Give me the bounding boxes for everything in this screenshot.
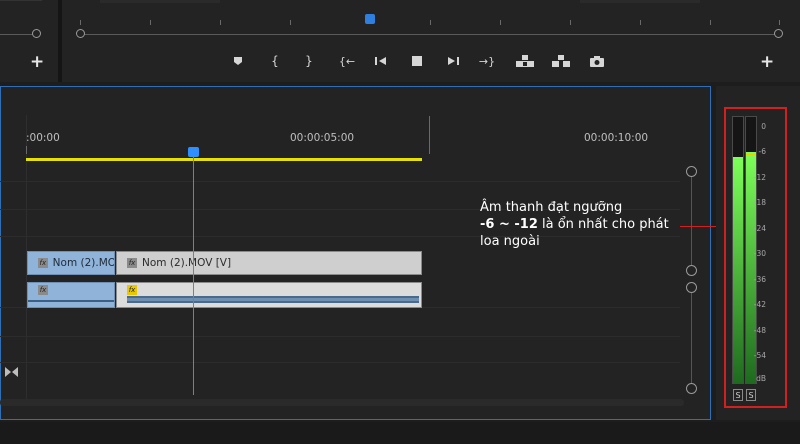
annotation-note: Âm thanh đạt ngưỡng -6 ~ -12 là ổn nhất … bbox=[480, 199, 700, 250]
transport-controls: { } {← →} bbox=[228, 52, 608, 70]
add-marker-icon[interactable] bbox=[228, 52, 248, 70]
note-line-1: Âm thanh đạt ngưỡng bbox=[480, 200, 623, 215]
add-button[interactable]: + bbox=[30, 54, 44, 71]
track-separator bbox=[0, 336, 680, 337]
program-ruler[interactable] bbox=[80, 17, 780, 27]
zoom-to-fit-icon[interactable] bbox=[5, 362, 18, 381]
divider bbox=[580, 0, 700, 3]
clip-label: Nom (2).MOV [V] bbox=[142, 257, 232, 269]
stop-icon[interactable] bbox=[406, 52, 428, 70]
fx-badge: fx bbox=[127, 258, 137, 268]
go-to-out-icon[interactable]: →} bbox=[476, 52, 498, 70]
program-playhead[interactable] bbox=[365, 14, 375, 24]
audio-clip[interactable]: fx bbox=[116, 282, 422, 308]
timeline-horizontal-scrollbar[interactable] bbox=[0, 399, 684, 406]
program-scrollbar[interactable] bbox=[84, 34, 776, 35]
note-range: -6 ~ -12 bbox=[480, 217, 538, 232]
lift-icon[interactable] bbox=[514, 52, 536, 70]
scroll-handle-left[interactable] bbox=[76, 29, 85, 38]
add-button[interactable]: + bbox=[760, 54, 774, 71]
waveform bbox=[127, 296, 419, 303]
timecode-label: 00:00:05:00 bbox=[290, 132, 355, 144]
source-panel-strip bbox=[0, 0, 58, 82]
step-back-icon[interactable] bbox=[370, 52, 392, 70]
meter-highlight-box bbox=[724, 107, 787, 408]
export-frame-icon[interactable] bbox=[586, 52, 608, 70]
video-clip[interactable]: fx Nom (2).MOV [V] bbox=[116, 251, 422, 275]
scroll-handle[interactable] bbox=[686, 282, 697, 293]
extract-icon[interactable] bbox=[550, 52, 572, 70]
go-to-in-icon[interactable]: {← bbox=[336, 52, 358, 70]
waveform bbox=[28, 300, 114, 302]
work-area-bar[interactable] bbox=[26, 158, 422, 161]
timecode-label: 00:00:10:00 bbox=[584, 132, 649, 144]
audio-track-scrollbar[interactable] bbox=[691, 290, 692, 385]
zoom-scrollbar[interactable] bbox=[0, 34, 36, 35]
timecode-label: :00:00 bbox=[26, 132, 60, 144]
track-separator bbox=[0, 181, 680, 182]
fx-badge: fx bbox=[38, 258, 48, 268]
note-line-2: là ổn nhất cho phát bbox=[537, 217, 669, 232]
scroll-handle[interactable] bbox=[686, 166, 697, 177]
clip-label: Nom (2).MO bbox=[52, 257, 114, 269]
zoom-handle[interactable] bbox=[32, 29, 41, 38]
playhead-line bbox=[193, 155, 194, 395]
note-line-3: loa ngoài bbox=[480, 234, 540, 249]
scroll-handle-right[interactable] bbox=[774, 29, 783, 38]
divider bbox=[0, 0, 42, 1]
playhead-handle[interactable] bbox=[188, 147, 199, 157]
step-forward-icon[interactable] bbox=[442, 52, 464, 70]
mark-out-icon[interactable]: } bbox=[298, 52, 320, 70]
mark-in-icon[interactable]: { bbox=[264, 52, 286, 70]
fx-badge: fx bbox=[38, 285, 48, 295]
time-ruler[interactable] bbox=[26, 116, 676, 156]
bottom-bar bbox=[0, 422, 800, 444]
video-clip[interactable]: fx Nom (2).MO bbox=[27, 251, 115, 275]
scroll-handle[interactable] bbox=[686, 265, 697, 276]
track-separator bbox=[0, 362, 680, 363]
scroll-handle[interactable] bbox=[686, 383, 697, 394]
divider bbox=[100, 0, 220, 3]
audio-clip[interactable]: fx bbox=[27, 282, 115, 308]
